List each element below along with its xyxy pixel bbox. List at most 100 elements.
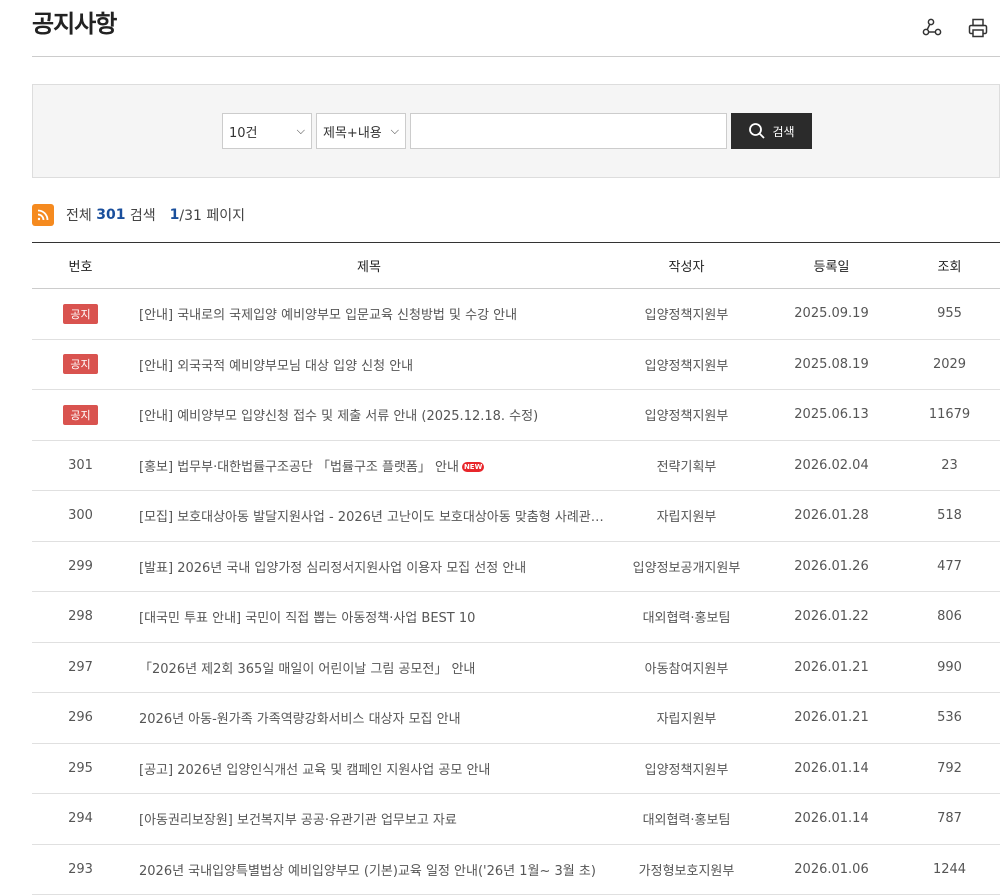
row-subject-link[interactable]: [모집] 보호대상아동 발달지원사업 - 2026년 고난이도 보호대상아동 맞…	[129, 491, 609, 542]
table-row[interactable]: 301 [홍보] 법무부·대한법률구조공단 「법률구조 플랫폼」 안내 NEW 전략기…	[32, 440, 1000, 491]
row-date: 2025.09.19	[794, 306, 869, 322]
total-pages: /31 페이지	[179, 208, 246, 224]
row-date: 2026.02.04	[794, 457, 869, 473]
chevron-down-icon: ⌵	[296, 124, 305, 137]
print-icon[interactable]	[966, 16, 990, 40]
search-button-label: 검색	[772, 124, 795, 139]
total-label: 전체	[66, 208, 92, 224]
notice-table: 번호 제목 작성자 등록일 조회 공지 [안내] 국내로의 국제입양 예비양부모 …	[32, 242, 1000, 895]
row-date: 2025.08.19	[794, 356, 869, 372]
row-subject-text: 「2026년 제2회 365일 매일이 어린이날 그림 공모전」 안내	[139, 661, 476, 677]
row-views: 1244	[932, 861, 967, 877]
row-date: 2026.01.21	[794, 659, 869, 675]
table-row[interactable]: 295 [공고] 2026년 입양인식개선 교육 및 캠페인 지원사업 공모 안내…	[32, 743, 1000, 794]
row-subject-link[interactable]: 2026년 아동-원가족 가족역량강화서비스 대상자 모집 안내	[129, 693, 609, 744]
rss-icon[interactable]	[32, 204, 54, 226]
row-author: 자립지원부	[656, 712, 717, 728]
share-icon[interactable]	[920, 16, 944, 40]
row-author: 아동참여지원부	[644, 661, 729, 677]
row-date: 2025.06.13	[794, 407, 869, 423]
row-subject-link[interactable]: [아동권리보장원] 보건복지부 공공·유관기관 업무보고 자료	[129, 794, 609, 845]
total-count: 301	[96, 207, 126, 223]
search-panel: 10건 ⌵ 제목+내용 ⌵ 검색	[32, 84, 1000, 178]
search-field-select[interactable]: 제목+내용 ⌵	[316, 113, 406, 149]
row-author: 전략기획부	[656, 459, 717, 475]
table-row[interactable]: 공지 [안내] 외국국적 예비양부모님 대상 입양 신청 안내 입양정책지원부 202…	[32, 339, 1000, 390]
row-number: 공지	[32, 339, 129, 390]
table-row[interactable]: 296 2026년 아동-원가족 가족역량강화서비스 대상자 모집 안내 자립지원부…	[32, 693, 1000, 744]
header-subject: 제목	[357, 260, 381, 275]
current-page: 1	[169, 207, 180, 223]
table-row[interactable]: 293 2026년 국내입양특별법상 예비입양부모 (기본)교육 일정 안내('2…	[32, 844, 1000, 895]
row-author: 대외협력·홍보팀	[642, 611, 731, 627]
row-date: 2026.01.06	[794, 861, 869, 877]
row-author: 입양정책지원부	[644, 762, 729, 778]
row-number: 298	[68, 609, 93, 625]
row-subject-text: [안내] 예비양부모 입양신청 접수 및 제출 서류 안내 (2025.12.1…	[139, 409, 539, 425]
row-date: 2026.01.26	[794, 558, 869, 574]
row-views: 955	[937, 306, 962, 322]
row-number: 296	[68, 710, 93, 726]
row-subject-text: [발표] 2026년 국내 입양가정 심리정서지원사업 이용자 모집 선정 안내	[139, 560, 527, 576]
row-views: 518	[937, 508, 962, 524]
table-row[interactable]: 298 [대국민 투표 안내] 국민이 직접 뽑는 아동정책·사업 BEST 10…	[32, 592, 1000, 643]
row-subject-link[interactable]: [발표] 2026년 국내 입양가정 심리정서지원사업 이용자 모집 선정 안내	[129, 541, 609, 592]
row-date: 2026.01.14	[794, 811, 869, 827]
row-subject-text: [홍보] 법무부·대한법률구조공단 「법률구조 플랫폼」 안내	[139, 459, 459, 475]
row-number: 301	[68, 457, 93, 473]
row-number: 공지	[32, 390, 129, 441]
page-size-select[interactable]: 10건 ⌵	[222, 113, 312, 149]
row-subject-link[interactable]: [안내] 예비양부모 입양신청 접수 및 제출 서류 안내 (2025.12.1…	[129, 390, 609, 441]
row-author: 자립지원부	[656, 510, 717, 526]
row-subject-link[interactable]: [안내] 국내로의 국제입양 예비양부모 입문교육 신청방법 및 수강 안내	[129, 289, 609, 340]
table-row[interactable]: 299 [발표] 2026년 국내 입양가정 심리정서지원사업 이용자 모집 선정…	[32, 541, 1000, 592]
row-number: 공지	[32, 289, 129, 340]
row-subject-link[interactable]: [안내] 외국국적 예비양부모님 대상 입양 신청 안내	[129, 339, 609, 390]
row-subject-link[interactable]: [홍보] 법무부·대한법률구조공단 「법률구조 플랫폼」 안내 NEW	[129, 440, 609, 491]
notice-badge: 공지	[63, 354, 98, 375]
row-author: 입양정책지원부	[644, 308, 729, 324]
table-row[interactable]: 294 [아동권리보장원] 보건복지부 공공·유관기관 업무보고 자료 대외협력·홍…	[32, 794, 1000, 845]
row-subject-link[interactable]: [공고] 2026년 입양인식개선 교육 및 캠페인 지원사업 공모 안내	[129, 743, 609, 794]
new-badge: NEW	[461, 462, 485, 473]
notice-badge: 공지	[63, 404, 98, 425]
header-date: 등록일	[813, 260, 850, 275]
row-number: 293	[68, 861, 93, 877]
table-row[interactable]: 공지 [안내] 예비양부모 입양신청 접수 및 제출 서류 안내 (2025.12…	[32, 390, 1000, 441]
row-subject-text: [모집] 보호대상아동 발달지원사업 - 2026년 고난이도 보호대상아동 맞…	[139, 510, 609, 526]
row-subject-text: [대국민 투표 안내] 국민이 직접 뽑는 아동정책·사업 BEST 10	[139, 611, 476, 627]
row-subject-link[interactable]: [대국민 투표 안내] 국민이 직접 뽑는 아동정책·사업 BEST 10	[129, 592, 609, 643]
header-no: 번호	[68, 260, 93, 275]
row-date: 2026.01.22	[794, 609, 869, 625]
header-author: 작성자	[668, 260, 705, 275]
row-author: 가정형보호지원부	[638, 863, 735, 879]
row-views: 2029	[932, 356, 967, 372]
row-date: 2026.01.28	[794, 508, 869, 524]
title-divider	[32, 56, 1000, 57]
search-icon	[749, 123, 766, 139]
row-number: 299	[68, 558, 93, 574]
row-views: 990	[937, 659, 962, 675]
row-views: 787	[937, 811, 962, 827]
table-row[interactable]: 공지 [안내] 국내로의 국제입양 예비양부모 입문교육 신청방법 및 수강 안내…	[32, 289, 1000, 340]
table-row[interactable]: 300 [모집] 보호대상아동 발달지원사업 - 2026년 고난이도 보호대상아…	[32, 491, 1000, 542]
row-subject-text: 2026년 아동-원가족 가족역량강화서비스 대상자 모집 안내	[139, 712, 461, 728]
search-input[interactable]	[410, 113, 727, 149]
row-subject-text: [공고] 2026년 입양인식개선 교육 및 캠페인 지원사업 공모 안내	[139, 762, 491, 778]
row-subject-link[interactable]: 2026년 국내입양특별법상 예비입양부모 (기본)교육 일정 안내('26년 …	[129, 844, 609, 895]
table-row[interactable]: 297 「2026년 제2회 365일 매일이 어린이날 그림 공모전」 안내 아동…	[32, 642, 1000, 693]
search-label: 검색	[129, 208, 156, 224]
search-button[interactable]: 검색	[731, 113, 812, 149]
row-subject-text: [안내] 국내로의 국제입양 예비양부모 입문교육 신청방법 및 수강 안내	[139, 308, 518, 324]
row-views: 23	[941, 457, 958, 473]
table-header-row: 번호 제목 작성자 등록일 조회	[32, 242, 1000, 289]
row-views: 806	[937, 609, 962, 625]
row-views: 11679	[928, 407, 971, 423]
row-author: 입양정책지원부	[644, 358, 729, 374]
page-size-value: 10건	[229, 125, 258, 141]
row-subject-link[interactable]: 「2026년 제2회 365일 매일이 어린이날 그림 공모전」 안내	[129, 642, 609, 693]
page-title: 공지사항	[32, 10, 117, 38]
row-views: 477	[937, 558, 962, 574]
header-views: 조회	[937, 260, 962, 275]
chevron-down-icon: ⌵	[390, 124, 399, 137]
